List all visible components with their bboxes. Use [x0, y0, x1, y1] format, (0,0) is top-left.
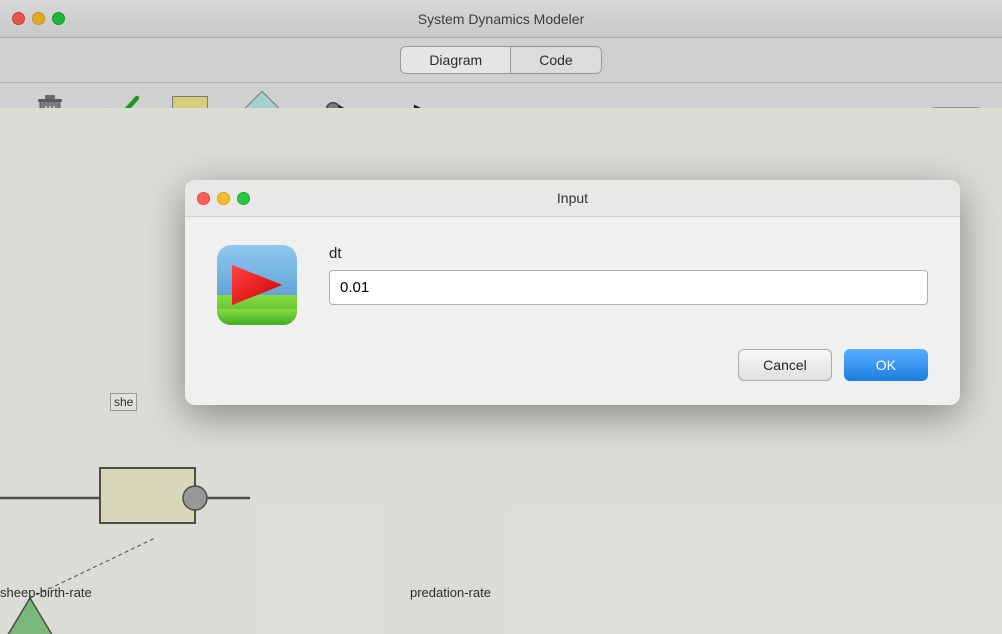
dialog-buttons: Cancel OK [185, 349, 960, 405]
dialog-title: Input [557, 190, 588, 206]
dialog-maximize-button[interactable] [237, 192, 250, 205]
input-dialog: Input [185, 180, 960, 405]
field-label: dt [329, 245, 928, 262]
dialog-body: dt [185, 217, 960, 349]
app-icon [217, 245, 297, 325]
dialog-minimize-button[interactable] [217, 192, 230, 205]
dialog-close-button[interactable] [197, 192, 210, 205]
dt-input[interactable] [329, 270, 928, 305]
dialog-titlebar: Input [185, 180, 960, 217]
dialog-form: dt [329, 245, 928, 305]
cancel-button[interactable]: Cancel [738, 349, 832, 381]
dialog-traffic-lights [197, 192, 250, 205]
ok-button[interactable]: OK [844, 349, 928, 381]
